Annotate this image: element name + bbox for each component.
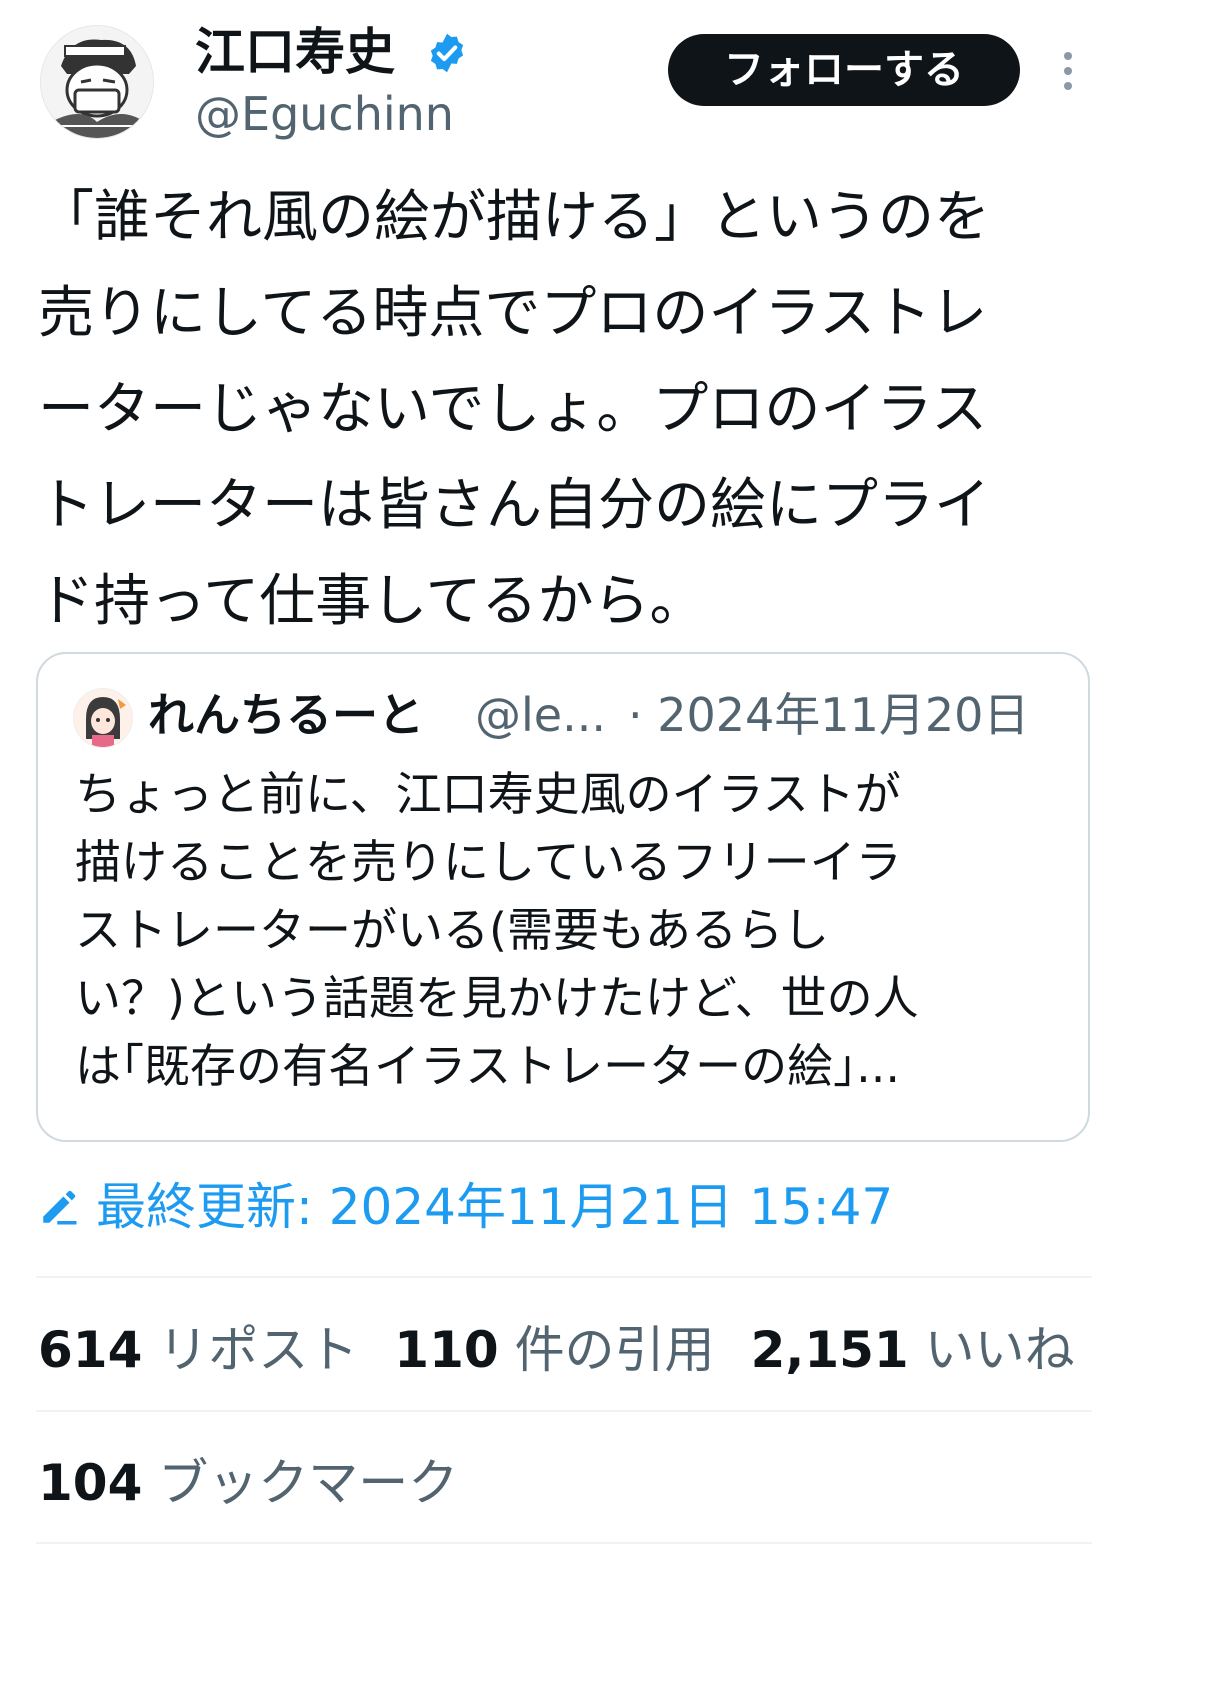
- tweet-text: 「誰それ風の絵が描ける」というのを 売りにしてる時点でプロのイラストレ ーターじ…: [38, 170, 1188, 650]
- tweet-line: ド持って仕事してるから。: [38, 569, 706, 634]
- bookmarks-stat[interactable]: 104 ブックマーク: [38, 1448, 458, 1518]
- tweet-line: ーターじゃないでしょ。プロのイラス: [38, 377, 988, 442]
- divider: [36, 1542, 1092, 1544]
- likes-stat[interactable]: 2,151 いいね: [751, 1321, 1111, 1379]
- likes-count: 2,151: [750, 1321, 909, 1379]
- verified-badge-icon: [430, 33, 464, 73]
- tweet-line: 売りにしてる時点でプロのイラストレ: [38, 281, 988, 346]
- reposts-count: 614: [38, 1321, 143, 1379]
- divider: [36, 1410, 1092, 1412]
- quotes-count: 110: [394, 1321, 499, 1379]
- pencil-icon: [43, 1190, 77, 1225]
- manga-avatar-icon: [41, 26, 153, 138]
- author-avatar[interactable]: [40, 25, 154, 139]
- last-edited-link[interactable]: 最終更新: 2024年11月21日 15:47: [96, 1172, 893, 1242]
- reposts-label: リポスト: [158, 1321, 359, 1379]
- tweet-line: トレーターは皆さん自分の絵にプライ: [38, 473, 990, 538]
- quoted-tweet-text: ちょっと前に、江口寿史風のイラストが 描けることを売りにしているフリーイラ スト…: [75, 760, 1065, 1100]
- engagement-stats: 614 リポスト 110 件の引用 2,151 いいね: [38, 1315, 1111, 1385]
- more-vertical-icon[interactable]: [1052, 46, 1084, 96]
- anime-avatar-icon: [74, 689, 132, 747]
- quoted-author-avatar[interactable]: [73, 688, 133, 748]
- bookmarks-label: ブックマーク: [158, 1454, 459, 1512]
- divider: [36, 1276, 1092, 1278]
- follow-button[interactable]: フォローする: [668, 34, 1020, 106]
- quoted-tweet-date[interactable]: · 2024年11月20日: [628, 682, 1029, 748]
- quote-line: は｢既存の有名イラストレーターの絵｣...: [75, 1039, 900, 1093]
- tweet-line: 「誰それ風の絵が描ける」というのを: [38, 185, 990, 250]
- quote-line: ちょっと前に、江口寿史風のイラストが: [75, 767, 901, 821]
- quote-line: い？)という話題を見かけたけど、世の人: [75, 971, 919, 1025]
- likes-label: いいね: [924, 1321, 1075, 1379]
- bookmarks-count: 104: [38, 1454, 143, 1512]
- quote-line: 描けることを売りにしているフリーイラ: [75, 835, 902, 889]
- quoted-author-name[interactable]: れんちるーと: [148, 682, 424, 748]
- quoted-author-handle[interactable]: @le...: [475, 682, 606, 748]
- author-handle[interactable]: @Eguchinn: [195, 86, 454, 142]
- quotes-label: 件の引用: [514, 1321, 715, 1379]
- quotes-stat[interactable]: 110 件の引用: [394, 1321, 750, 1379]
- reposts-stat[interactable]: 614 リポスト: [38, 1321, 394, 1379]
- author-name[interactable]: 江口寿史: [195, 20, 395, 84]
- quote-line: ストレーターがいる(需要もあるらし: [75, 903, 829, 957]
